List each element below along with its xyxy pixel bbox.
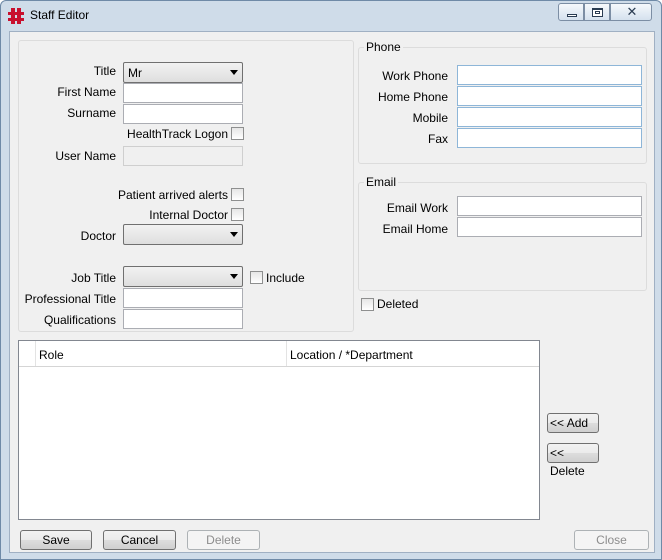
surname-label: Surname: [67, 106, 116, 120]
cancel-button[interactable]: Cancel: [103, 530, 176, 550]
include-checkbox[interactable]: [250, 271, 263, 284]
work-phone-label: Work Phone: [382, 69, 448, 83]
email-group-caption: Email: [364, 175, 399, 189]
internal-doctor-checkbox[interactable]: [231, 208, 244, 221]
fax-field[interactable]: [457, 128, 642, 148]
surname-field[interactable]: [123, 104, 243, 124]
app-logo-icon: [7, 7, 25, 25]
mobile-field[interactable]: [457, 107, 642, 127]
email-home-label: Email Home: [382, 222, 448, 236]
save-button[interactable]: Save: [20, 530, 92, 550]
email-work-label: Email Work: [386, 201, 448, 215]
minimize-icon: [567, 14, 577, 17]
work-phone-field[interactable]: [457, 65, 642, 85]
close-window-button[interactable]: ✕: [610, 3, 652, 21]
close-button[interactable]: Close: [574, 530, 649, 550]
minimize-button[interactable]: [558, 3, 584, 21]
mobile-label: Mobile: [412, 111, 448, 125]
fax-label: Fax: [427, 132, 448, 146]
user-name-field: [123, 146, 243, 166]
title-dropdown-value: Mr: [128, 66, 142, 80]
patient-arrived-alerts-checkbox[interactable]: [231, 188, 244, 201]
delete-role-button[interactable]: << Delete: [547, 443, 599, 478]
add-role-button[interactable]: << Add: [547, 413, 599, 433]
deleted-label: Deleted: [377, 297, 419, 311]
close-icon: ✕: [626, 4, 638, 19]
include-label: Include: [266, 271, 305, 285]
restore-button[interactable]: [584, 3, 610, 21]
healthtrack-logon-checkbox[interactable]: [231, 127, 244, 140]
email-work-field[interactable]: [457, 196, 642, 216]
window-title: Staff Editor: [30, 8, 90, 22]
patient-arrived-alerts-label: Patient arrived alerts: [117, 188, 228, 202]
staff-editor-window: Staff Editor ✕ Title Mr First Name Surna…: [0, 0, 662, 560]
title-label: Title: [93, 64, 116, 78]
deleted-checkbox[interactable]: [361, 298, 374, 311]
job-title-dropdown[interactable]: [123, 266, 243, 287]
phone-group-caption: Phone: [364, 40, 403, 54]
professional-title-field[interactable]: [123, 288, 243, 308]
qualifications-label: Qualifications: [43, 313, 116, 327]
roles-grid-header: Role Location / *Department: [19, 341, 539, 367]
email-home-field[interactable]: [457, 217, 642, 237]
row-header-cell: [19, 341, 36, 366]
healthtrack-logon-label: HealthTrack Logon: [127, 127, 228, 141]
doctor-dropdown[interactable]: [123, 224, 243, 245]
title-dropdown[interactable]: Mr: [123, 62, 243, 83]
internal-doctor-label: Internal Doctor: [149, 208, 228, 222]
delete-button[interactable]: Delete: [187, 530, 260, 550]
restore-icon: [592, 8, 603, 17]
professional-title-label: Professional Title: [24, 292, 116, 306]
qualifications-field[interactable]: [123, 309, 243, 329]
first-name-field[interactable]: [123, 83, 243, 103]
chevron-down-icon: [230, 70, 238, 75]
user-name-label: User Name: [55, 149, 116, 163]
home-phone-field[interactable]: [457, 86, 642, 106]
chevron-down-icon: [230, 232, 238, 237]
home-phone-label: Home Phone: [377, 90, 448, 104]
column-header-location[interactable]: Location / *Department: [290, 348, 413, 362]
title-bar[interactable]: Staff Editor ✕: [1, 1, 661, 31]
doctor-label: Doctor: [80, 229, 116, 243]
roles-grid[interactable]: Role Location / *Department: [18, 340, 540, 520]
chevron-down-icon: [230, 274, 238, 279]
column-header-role[interactable]: Role: [39, 348, 64, 362]
first-name-label: First Name: [57, 85, 116, 99]
dialog-body: Title Mr First Name Surname HealthTrack …: [9, 31, 655, 553]
job-title-label: Job Title: [71, 271, 116, 285]
